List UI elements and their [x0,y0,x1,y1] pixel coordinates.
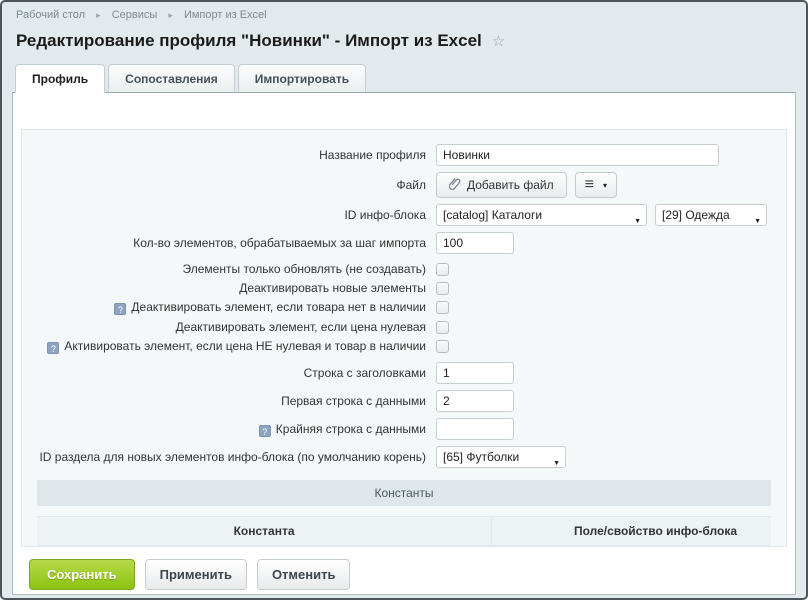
breadcrumb-item-services[interactable]: Сервисы [112,9,158,21]
deactivate-zero-price-row: Деактивировать элемент, если цена нулева… [22,320,786,334]
tab-mappings[interactable]: Сопоставления [108,64,235,93]
caret-down-icon: ▾ [603,181,607,190]
step-count-row: Кол-во элементов, обрабатываемых за шаг … [22,232,786,254]
deactivate-out-of-stock-text: Деактивировать элемент, если товара нет … [131,300,426,314]
breadcrumb-item-import-excel[interactable]: Импорт из Excel [184,9,267,21]
breadcrumb-separator-icon: ▸ [168,10,173,20]
add-file-button-label: Добавить файл [467,178,554,192]
save-button[interactable]: Сохранить [29,559,135,590]
help-hint-icon[interactable]: ? [259,425,271,437]
iblock-select[interactable]: [29] Одежда ▼ [655,204,767,226]
iblock-type-select[interactable]: [catalog] Каталоги ▼ [436,204,647,226]
section-row: ID раздела для новых элементов инфо-блок… [22,446,786,468]
tab-import[interactable]: Импортировать [238,64,366,93]
file-row: Файл Добавить файл ≡ ▾ [22,172,786,198]
header-row-label: Строка с заголовками [22,366,436,380]
constants-section: Константы Константа Поле/свойство инфо-б… [37,480,771,546]
last-data-row-text: Крайняя строка с данными [276,422,426,436]
section-select[interactable]: [65] Футболки ▼ [436,446,566,468]
profile-form: Название профиля Файл Добавить файл ≡ ▾ … [21,129,787,547]
hamburger-menu-icon: ≡ [585,177,594,193]
iblock-row: ID инфо-блока [catalog] Каталоги ▼ [29] … [22,204,786,226]
first-data-row-input[interactable] [436,390,514,412]
constants-column-field: Поле/свойство инфо-блока [492,517,771,545]
deactivate-out-of-stock-checkbox[interactable] [436,301,449,314]
dropdown-arrow-icon: ▼ [634,212,641,226]
page-title: Редактирование профиля "Новинки" - Импор… [16,31,482,51]
tab-profile[interactable]: Профиль [15,64,105,93]
profile-name-input[interactable] [436,144,719,166]
only-update-row: Элементы только обновлять (не создавать) [22,262,786,276]
deactivate-new-checkbox[interactable] [436,282,449,295]
constants-section-title: Константы [37,480,771,506]
first-data-row-row: Первая строка с данными [22,390,786,412]
iblock-select-value: [29] Одежда [662,208,730,222]
cancel-button[interactable]: Отменить [257,559,351,590]
header-row-row: Строка с заголовками [22,362,786,384]
deactivate-out-of-stock-label: ? Деактивировать элемент, если товара нет… [22,300,436,315]
help-hint-icon[interactable]: ? [47,342,59,354]
activate-nonzero-row: ? Активировать элемент, если цена НЕ нуле… [22,339,786,354]
profile-name-row: Название профиля [22,144,786,166]
file-menu-button[interactable]: ≡ ▾ [575,172,617,198]
help-hint-icon[interactable]: ? [114,303,126,315]
deactivate-out-of-stock-row: ? Деактивировать элемент, если товара нет… [22,300,786,315]
section-label: ID раздела для новых элементов инфо-блок… [22,450,436,464]
deactivate-zero-price-checkbox[interactable] [436,321,449,334]
step-count-input[interactable] [436,232,514,254]
dropdown-arrow-icon: ▼ [754,212,761,226]
only-update-label: Элементы только обновлять (не создавать) [22,262,436,276]
title-row: Редактирование профиля "Новинки" - Импор… [16,31,796,51]
paperclip-icon [449,177,461,194]
header-row-input[interactable] [436,362,514,384]
form-button-bar: Сохранить Применить Отменить [13,547,795,600]
last-data-row-row: ? Крайняя строка с данными [22,418,786,440]
section-select-value: [65] Футболки [443,450,519,464]
last-data-row-label: ? Крайняя строка с данными [22,422,436,437]
activate-nonzero-text: Активировать элемент, если цена НЕ нулев… [64,339,426,353]
deactivate-new-label: Деактивировать новые элементы [22,281,436,295]
deactivate-zero-price-label: Деактивировать элемент, если цена нулева… [22,320,436,334]
profile-name-label: Название профиля [22,148,436,162]
first-data-row-label: Первая строка с данными [22,394,436,408]
step-count-label: Кол-во элементов, обрабатываемых за шаг … [22,236,436,250]
admin-window: Рабочий стол ▸ Сервисы ▸ Импорт из Excel… [0,0,808,600]
breadcrumb-separator-icon: ▸ [96,10,101,20]
deactivate-new-row: Деактивировать новые элементы [22,281,786,295]
only-update-checkbox[interactable] [436,263,449,276]
constants-table-header: Константа Поле/свойство инфо-блока [37,516,771,546]
tab-content-panel: Название профиля Файл Добавить файл ≡ ▾ … [12,92,796,595]
last-data-row-input[interactable] [436,418,514,440]
tab-bar: Профиль Сопоставления Импортировать [12,64,796,92]
apply-button[interactable]: Применить [145,559,247,590]
constants-column-constant: Константа [37,517,492,545]
file-label: Файл [22,178,436,192]
iblock-label: ID инфо-блока [22,208,436,222]
breadcrumb-item-desktop[interactable]: Рабочий стол [16,9,85,21]
activate-nonzero-label: ? Активировать элемент, если цена НЕ нуле… [22,339,436,354]
dropdown-arrow-icon: ▼ [553,454,560,468]
add-file-button[interactable]: Добавить файл [436,172,567,198]
activate-nonzero-checkbox[interactable] [436,340,449,353]
iblock-type-select-value: [catalog] Каталоги [443,208,542,222]
favorite-star-icon[interactable]: ☆ [492,32,505,50]
breadcrumb: Рабочий стол ▸ Сервисы ▸ Импорт из Excel [16,9,796,21]
